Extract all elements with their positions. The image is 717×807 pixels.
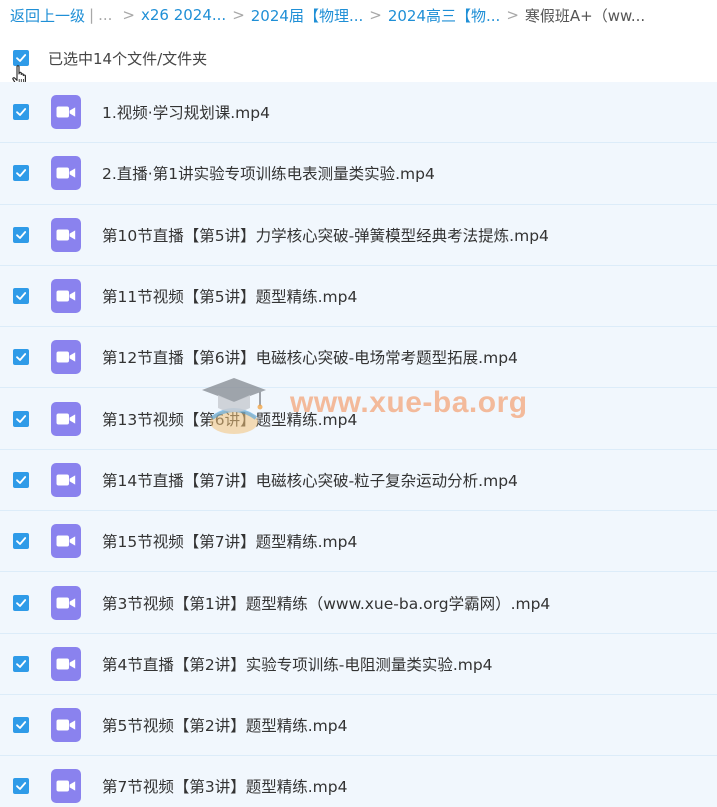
breadcrumb-item-x26[interactable]: x26 2024... <box>141 6 226 24</box>
video-camera-icon <box>56 229 76 241</box>
file-name[interactable]: 第4节直播【第2讲】实验专项训练-电阻测量类实验.mp4 <box>102 653 493 675</box>
checkmark-icon <box>16 721 27 730</box>
file-checkbox[interactable] <box>13 655 29 672</box>
file-name[interactable]: 第14节直播【第7讲】电磁核心突破-粒子复杂运动分析.mp4 <box>102 469 518 491</box>
video-camera-icon <box>56 474 76 486</box>
file-name[interactable]: 第12节直播【第6讲】电磁核心突破-电场常考题型拓展.mp4 <box>102 346 518 368</box>
file-checkbox[interactable] <box>13 471 29 488</box>
video-file-icon <box>51 95 81 130</box>
file-name[interactable]: 第5节视频【第2讲】题型精练.mp4 <box>102 714 347 736</box>
file-name[interactable]: 第15节视频【第7讲】题型精练.mp4 <box>102 530 357 552</box>
checkmark-icon <box>16 292 27 300</box>
file-name[interactable]: 第13节视频【第6讲】题型精练.mp4 <box>102 408 357 430</box>
checkmark-icon <box>16 782 27 791</box>
breadcrumb-separator: > <box>369 6 382 24</box>
file-checkbox[interactable] <box>13 533 29 550</box>
video-file-icon <box>51 401 81 436</box>
file-row[interactable]: 第12节直播【第6讲】电磁核心突破-电场常考题型拓展.mp4 <box>0 327 717 389</box>
video-camera-icon <box>56 413 76 425</box>
breadcrumb-separator: > <box>232 6 245 24</box>
file-row[interactable]: 第7节视频【第3讲】题型精练.mp4 <box>0 756 717 807</box>
file-name[interactable]: 第7节视频【第3讲】题型精练.mp4 <box>102 775 347 797</box>
video-camera-icon <box>56 167 76 179</box>
video-camera-icon <box>56 658 76 670</box>
selection-status: 已选中14个文件/文件夹 <box>48 49 208 68</box>
video-file-icon <box>51 524 81 559</box>
file-name[interactable]: 第10节直播【第5讲】力学核心突破-弹簧模型经典考法提炼.mp4 <box>102 224 549 246</box>
file-row[interactable]: 第10节直播【第5讲】力学核心突破-弹簧模型经典考法提炼.mp4 <box>0 204 717 266</box>
video-file-icon <box>51 340 81 375</box>
file-row[interactable]: 第14节直播【第7讲】电磁核心突破-粒子复杂运动分析.mp4 <box>0 449 717 512</box>
checkmark-icon <box>16 414 27 423</box>
video-camera-icon <box>56 290 76 302</box>
file-name[interactable]: 第11节视频【第5讲】题型精练.mp4 <box>102 285 357 307</box>
breadcrumb-separator: > <box>506 6 519 24</box>
video-camera-icon <box>56 780 76 792</box>
video-file-icon <box>51 708 81 743</box>
file-row[interactable]: 第3节视频【第1讲】题型精练（www.xue-ba.org学霸网）.mp4 <box>0 572 717 634</box>
checkmark-icon <box>16 54 27 62</box>
video-file-icon <box>51 279 81 314</box>
file-name[interactable]: 第3节视频【第1讲】题型精练（www.xue-ba.org学霸网）.mp4 <box>102 592 550 614</box>
file-checkbox[interactable] <box>13 349 29 366</box>
file-checkbox[interactable] <box>13 778 29 795</box>
checkmark-icon <box>16 230 27 239</box>
video-camera-icon <box>56 106 76 118</box>
file-row[interactable]: 第15节视频【第7讲】题型精练.mp4 <box>0 511 717 573</box>
breadcrumb-divider: | <box>89 6 95 24</box>
video-file-icon <box>51 217 81 252</box>
video-file-icon <box>51 646 81 681</box>
breadcrumb-current: 寒假班A+（ww... <box>524 6 646 25</box>
breadcrumb: 返回上一级 | ... > x26 2024... > 2024届【物理... … <box>10 5 645 25</box>
file-checkbox[interactable] <box>13 288 29 305</box>
file-checkbox[interactable] <box>13 410 29 427</box>
video-file-icon <box>51 585 81 620</box>
checkmark-icon <box>16 659 27 668</box>
back-link[interactable]: 返回上一级 <box>10 5 85 26</box>
file-name[interactable]: 1.视频·学习规划课.mp4 <box>102 101 270 123</box>
file-checkbox[interactable] <box>13 104 29 121</box>
video-file-icon <box>51 769 81 804</box>
breadcrumb-item-2024-senior[interactable]: 2024高三【物... <box>388 5 500 26</box>
checkmark-icon <box>16 108 27 117</box>
breadcrumb-ellipsis[interactable]: ... <box>98 6 112 24</box>
file-checkbox[interactable] <box>13 226 29 243</box>
breadcrumb-item-2024-physics[interactable]: 2024届【物理... <box>251 5 363 26</box>
file-browser-page: 返回上一级 | ... > x26 2024... > 2024届【物理... … <box>0 0 717 807</box>
breadcrumb-separator: > <box>122 6 135 24</box>
file-row[interactable]: 第13节视频【第6讲】题型精练.mp4 <box>0 388 717 450</box>
checkmark-icon <box>16 169 27 178</box>
checkmark-icon <box>16 353 27 362</box>
video-camera-icon <box>56 535 76 547</box>
checkmark-icon <box>16 476 27 484</box>
file-checkbox[interactable] <box>13 165 29 182</box>
file-row[interactable]: 第11节视频【第5讲】题型精练.mp4 <box>0 265 717 328</box>
file-row[interactable]: 第5节视频【第2讲】题型精练.mp4 <box>0 694 717 757</box>
file-checkbox[interactable] <box>13 594 29 611</box>
file-row[interactable]: 1.视频·学习规划课.mp4 <box>0 82 717 144</box>
selection-bar: 已选中14个文件/文件夹 <box>0 42 717 74</box>
file-list: 1.视频·学习规划课.mp4 2.直播·第1讲实验专项训练电表测量类实验.mp4 第… <box>0 82 717 807</box>
checkmark-icon <box>16 598 27 607</box>
video-camera-icon <box>56 719 76 731</box>
file-row[interactable]: 第4节直播【第2讲】实验专项训练-电阻测量类实验.mp4 <box>0 633 717 695</box>
checkmark-icon <box>16 537 27 546</box>
file-name[interactable]: 2.直播·第1讲实验专项训练电表测量类实验.mp4 <box>102 162 435 184</box>
file-checkbox[interactable] <box>13 717 29 734</box>
video-camera-icon <box>56 351 76 363</box>
video-file-icon <box>51 462 81 497</box>
file-row[interactable]: 2.直播·第1讲实验专项训练电表测量类实验.mp4 <box>0 143 717 205</box>
video-camera-icon <box>56 597 76 609</box>
video-file-icon <box>51 156 81 191</box>
